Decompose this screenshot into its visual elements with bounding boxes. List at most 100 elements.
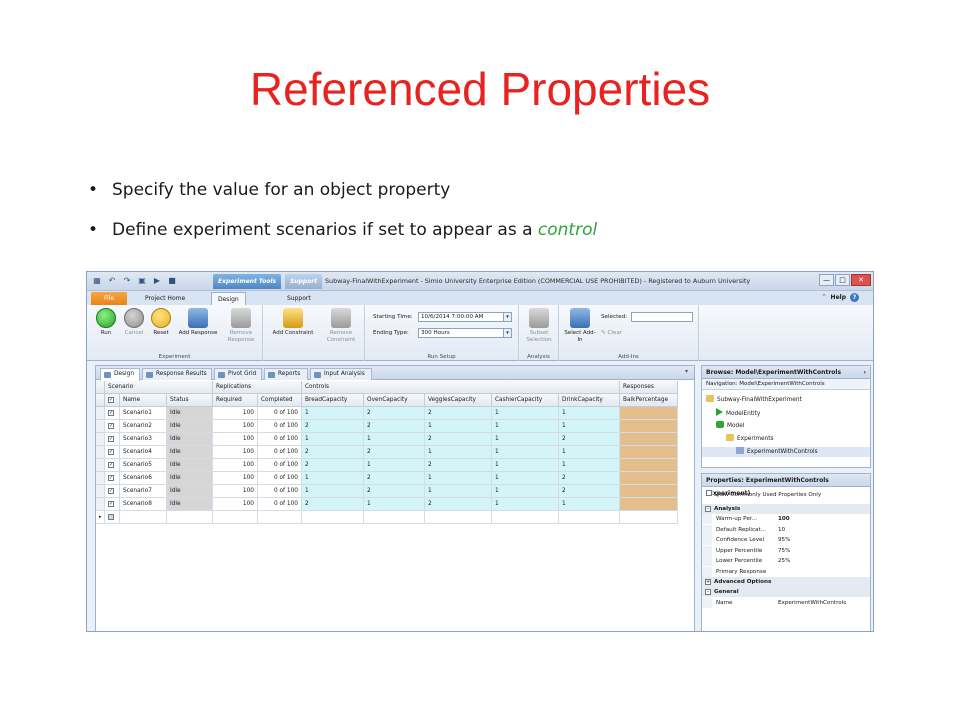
cell-veggies-capacity[interactable]: 1: [425, 485, 492, 498]
column-header-oven-capacity[interactable]: OvenCapacity: [364, 394, 425, 407]
tree-item-model[interactable]: Model: [716, 421, 744, 431]
add-constraint-button[interactable]: Add Constraint: [271, 308, 315, 337]
ending-type-select[interactable]: 300 Hours ▾: [418, 328, 512, 338]
property-row[interactable]: Warm-up Per... 100: [702, 514, 870, 524]
cell-balk-percentage[interactable]: [620, 485, 678, 498]
new-row-cell[interactable]: [559, 511, 620, 524]
cell-balk-percentage[interactable]: [620, 472, 678, 485]
cell-completed[interactable]: 0 of 100: [258, 485, 302, 498]
category-advanced-options[interactable]: + Advanced Options: [702, 577, 870, 587]
ribbon-collapse-icon[interactable]: ⌃: [821, 293, 827, 301]
cell-drink-capacity[interactable]: 1: [559, 407, 620, 420]
cell-required[interactable]: 100: [213, 485, 258, 498]
cell-bread-capacity[interactable]: 1: [302, 407, 364, 420]
cancel-button[interactable]: Cancel: [119, 308, 149, 337]
property-value[interactable]: ExperimentWithControls: [778, 598, 846, 608]
row-header-cell[interactable]: [96, 459, 105, 472]
new-row-cell[interactable]: [364, 511, 425, 524]
column-header-veggies-capacity[interactable]: VeggiesCapacity: [425, 394, 492, 407]
table-row[interactable]: ✓ Scenario6 Idle 100 0 of 100 1 2 1 1 2: [96, 472, 694, 485]
stop-icon[interactable]: ■: [166, 275, 178, 287]
cell-status[interactable]: Idle: [167, 407, 213, 420]
new-row-cell[interactable]: [258, 511, 302, 524]
new-row-cell[interactable]: [302, 511, 364, 524]
cell-name[interactable]: Scenario1: [120, 407, 167, 420]
row-header-cell[interactable]: [96, 498, 105, 511]
table-row[interactable]: ✓ Scenario2 Idle 100 0 of 100 2 2 1 1 1: [96, 420, 694, 433]
cell-completed[interactable]: 0 of 100: [258, 498, 302, 511]
cell-status[interactable]: Idle: [167, 459, 213, 472]
column-header-completed[interactable]: Completed: [258, 394, 302, 407]
new-row-cell[interactable]: [492, 511, 559, 524]
cell-veggies-capacity[interactable]: 1: [425, 446, 492, 459]
property-value[interactable]: 95%: [778, 535, 790, 545]
cell-oven-capacity[interactable]: 2: [364, 446, 425, 459]
cell-required[interactable]: 100: [213, 472, 258, 485]
cell-drink-capacity[interactable]: 1: [559, 446, 620, 459]
cell-cashier-capacity[interactable]: 1: [492, 498, 559, 511]
cell-cashier-capacity[interactable]: 1: [492, 420, 559, 433]
cell-required[interactable]: 100: [213, 498, 258, 511]
cell-required[interactable]: 100: [213, 459, 258, 472]
tree-item-experiments[interactable]: Experiments: [726, 434, 774, 444]
cell-completed[interactable]: 0 of 100: [258, 407, 302, 420]
cell-name[interactable]: Scenario5: [120, 459, 167, 472]
table-row[interactable]: ✓ Scenario4 Idle 100 0 of 100 2 2 1 1 1: [96, 446, 694, 459]
cell-completed[interactable]: 0 of 100: [258, 459, 302, 472]
cell-oven-capacity[interactable]: 2: [364, 420, 425, 433]
cell-oven-capacity[interactable]: 1: [364, 498, 425, 511]
new-row-cell[interactable]: [213, 511, 258, 524]
row-header-cell[interactable]: [96, 472, 105, 485]
row-header-cell[interactable]: [96, 446, 105, 459]
tab-design[interactable]: Design: [211, 292, 246, 305]
show-common-toggle[interactable]: Show Commonly Used Properties Only: [706, 490, 821, 498]
app-icon[interactable]: ▦: [91, 275, 103, 287]
chevron-down-icon[interactable]: ▾: [503, 329, 511, 337]
cell-name[interactable]: Scenario6: [120, 472, 167, 485]
select-all-checkbox[interactable]: ✓: [105, 394, 120, 407]
remove-response-button[interactable]: Remove Response: [223, 308, 259, 343]
cell-veggies-capacity[interactable]: 2: [425, 433, 492, 446]
starting-time-input[interactable]: 10/6/2014 7:00:00 AM ▾: [418, 312, 512, 322]
help-button[interactable]: Help?: [831, 293, 859, 302]
column-header-bread-capacity[interactable]: BreadCapacity: [302, 394, 364, 407]
cell-veggies-capacity[interactable]: 2: [425, 498, 492, 511]
cell-bread-capacity[interactable]: 1: [302, 472, 364, 485]
cell-drink-capacity[interactable]: 2: [559, 433, 620, 446]
cell-oven-capacity[interactable]: 1: [364, 433, 425, 446]
column-header-cashier-capacity[interactable]: CashierCapacity: [492, 394, 559, 407]
column-header-name[interactable]: Name: [120, 394, 167, 407]
cell-cashier-capacity[interactable]: 1: [492, 433, 559, 446]
property-row[interactable]: Upper Percentile 75%: [702, 545, 870, 556]
cell-required[interactable]: 100: [213, 407, 258, 420]
category-analysis[interactable]: – Analysis: [702, 504, 870, 514]
row-header-cell[interactable]: [96, 433, 105, 446]
minimize-icon[interactable]: —: [819, 274, 834, 286]
cell-balk-percentage[interactable]: [620, 420, 678, 433]
column-header-status[interactable]: Status: [167, 394, 213, 407]
redo-icon[interactable]: ↷: [121, 275, 133, 287]
cell-cashier-capacity[interactable]: 1: [492, 407, 559, 420]
cell-status[interactable]: Idle: [167, 498, 213, 511]
cell-bread-capacity[interactable]: 2: [302, 446, 364, 459]
remove-constraint-button[interactable]: Remove Constraint: [321, 308, 361, 343]
tree-item-experiment-with-controls[interactable]: ExperimentWithControls: [702, 447, 870, 457]
cell-cashier-capacity[interactable]: 1: [492, 446, 559, 459]
table-row[interactable]: ✓ Scenario5 Idle 100 0 of 100 2 1 2 1 1: [96, 459, 694, 472]
tree-item-model-entity[interactable]: ModelEntity: [716, 408, 760, 418]
cell-drink-capacity[interactable]: 2: [559, 485, 620, 498]
cell-status[interactable]: Idle: [167, 472, 213, 485]
tree-item-project[interactable]: Subway-FinalWithExperiment: [706, 395, 802, 405]
doc-tab-reports[interactable]: Reports: [264, 368, 308, 380]
cell-cashier-capacity[interactable]: 1: [492, 459, 559, 472]
cell-bread-capacity[interactable]: 1: [302, 485, 364, 498]
row-checkbox[interactable]: ✓: [105, 407, 120, 420]
column-header-drink-capacity[interactable]: DrinkCapacity: [559, 394, 620, 407]
property-row[interactable]: Name ExperimentWithControls: [702, 598, 870, 608]
row-checkbox[interactable]: ✓: [105, 446, 120, 459]
cell-required[interactable]: 100: [213, 433, 258, 446]
cell-veggies-capacity[interactable]: 1: [425, 472, 492, 485]
cell-name[interactable]: Scenario8: [120, 498, 167, 511]
property-row[interactable]: Primary Response: [702, 566, 870, 577]
cell-balk-percentage[interactable]: [620, 446, 678, 459]
